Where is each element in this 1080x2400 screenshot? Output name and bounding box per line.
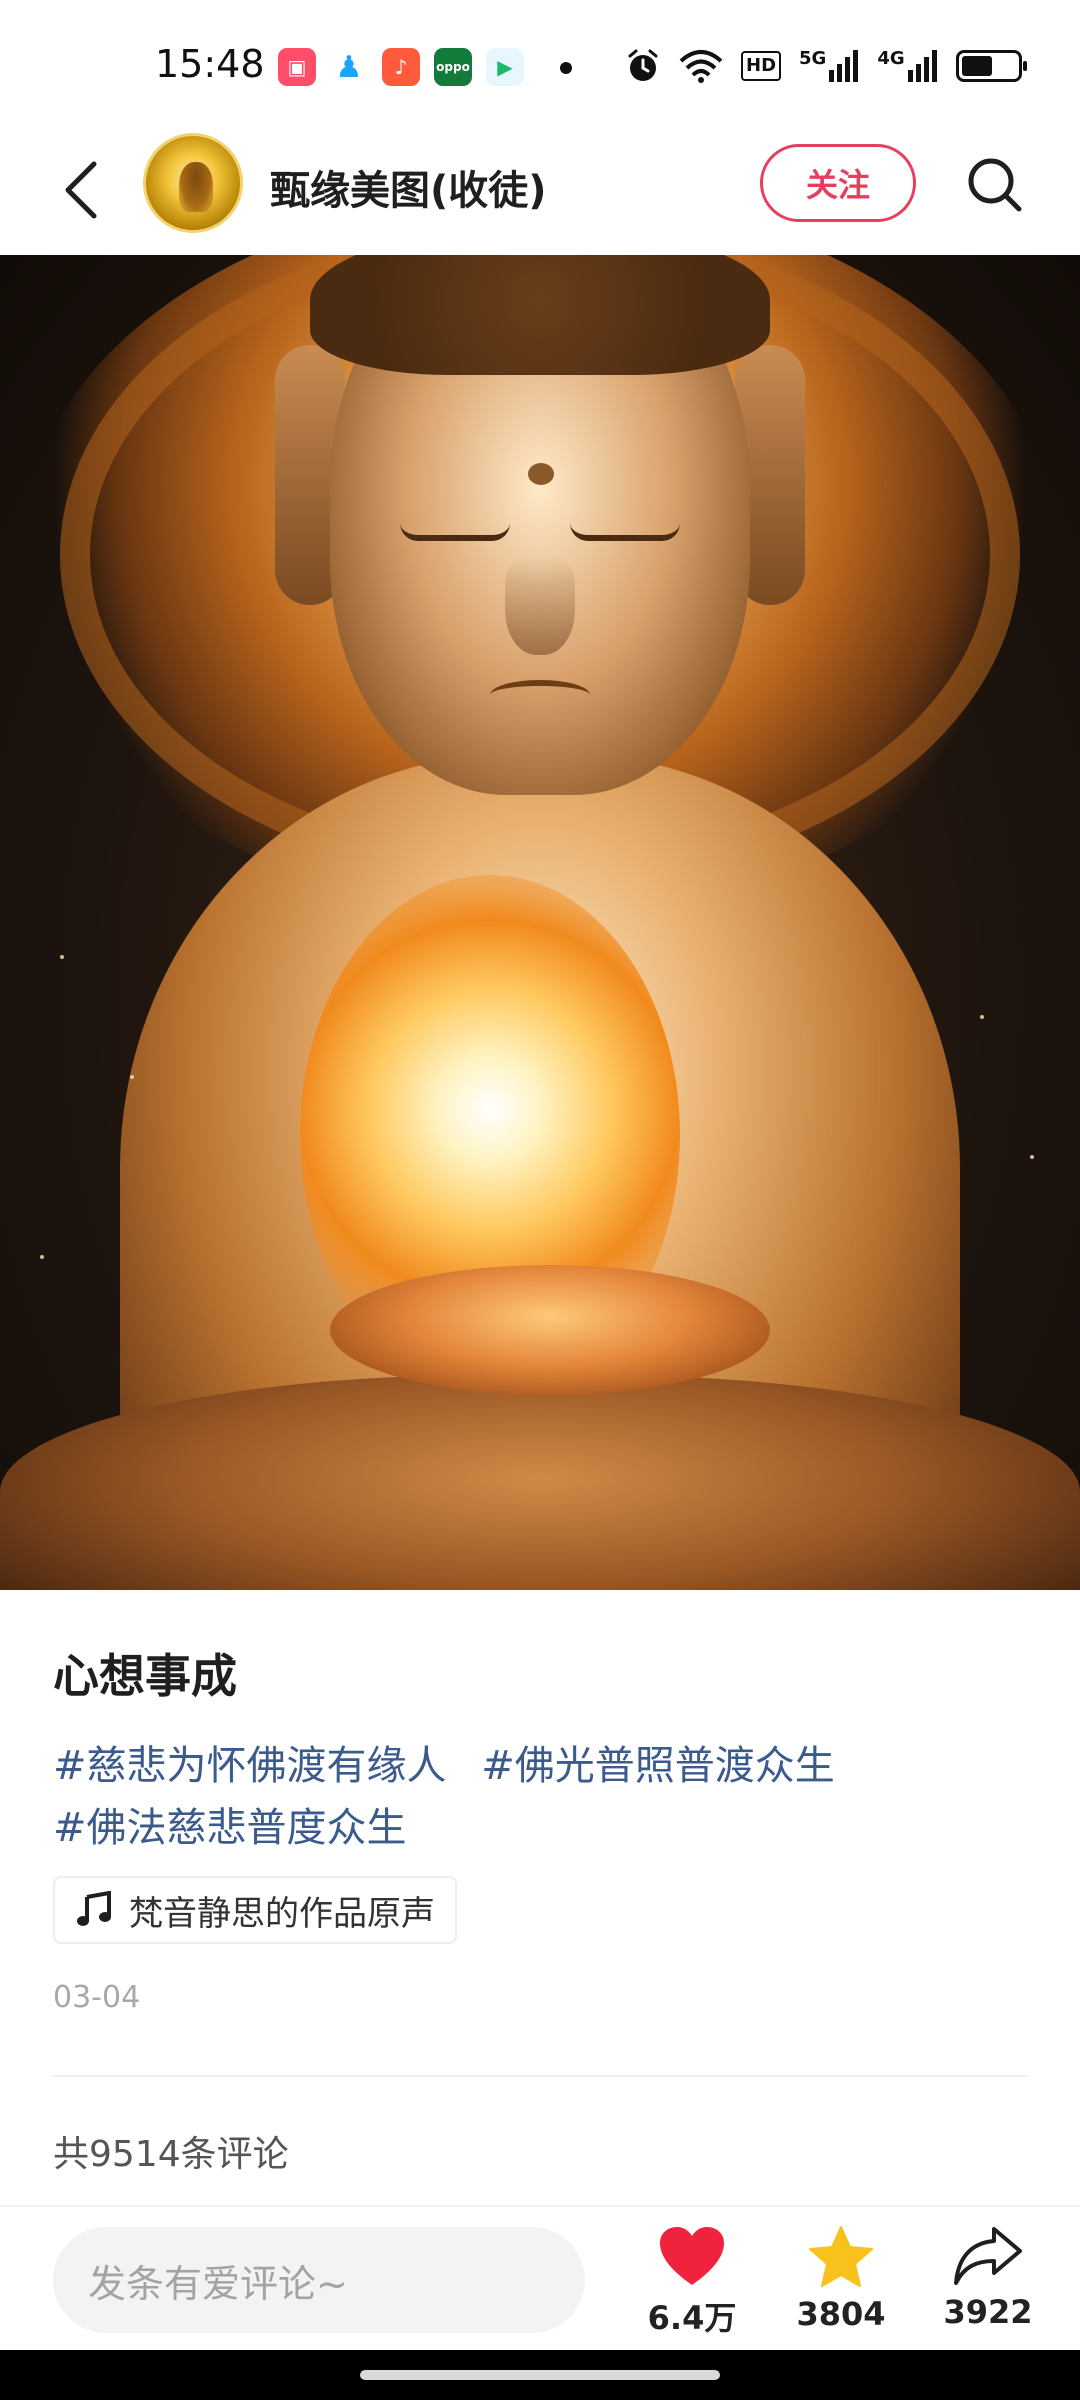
share-button[interactable]: 3922	[928, 2225, 1048, 2345]
music-note-icon	[77, 1891, 111, 1926]
share-icon	[954, 2227, 1022, 2285]
battery-icon	[955, 50, 1027, 82]
search-icon	[968, 158, 1022, 212]
buddha-nose	[505, 555, 575, 655]
signal-5g: 5G	[799, 50, 859, 82]
hashtag-link[interactable]: #佛法慈悲普度众生	[53, 1805, 407, 1851]
heart-icon	[660, 2227, 724, 2285]
post-date: 03-04	[53, 1980, 141, 2015]
notification-icons: ▣ ♟ ♪ oppo ▶	[278, 48, 524, 86]
qq-app-icon: ♟	[330, 48, 368, 86]
post-title: 心想事成	[53, 1649, 237, 1703]
wifi-icon	[679, 50, 723, 83]
divider	[53, 2075, 1027, 2077]
back-button[interactable]	[45, 150, 115, 230]
signal-icon	[907, 50, 937, 82]
signal-icon	[829, 50, 859, 82]
author-avatar[interactable]	[143, 133, 243, 233]
like-button[interactable]: 6.4万	[632, 2225, 752, 2345]
favorite-count: 3804	[796, 2295, 886, 2333]
oppo-app-icon: oppo	[434, 48, 472, 86]
star-icon	[809, 2226, 873, 2287]
comment-input[interactable]: 发条有爱评论~	[53, 2227, 585, 2333]
chevron-left-icon	[65, 161, 97, 219]
system-nav-bar	[0, 2350, 1080, 2400]
more-notifications-dot	[560, 62, 572, 74]
video-app-icon: ▶	[486, 48, 524, 86]
buddha-legs	[0, 1375, 1080, 1590]
music-title: 梵音静思的作品原声	[129, 1893, 435, 1934]
bottom-action-bar: 发条有爱评论~ 6.4万 3804 3922	[0, 2205, 1080, 2350]
hashtag-link[interactable]: #慈悲为怀佛渡有缘人	[53, 1743, 447, 1789]
favorite-button[interactable]: 3804	[781, 2225, 901, 2345]
post-image-carousel[interactable]	[0, 255, 1080, 1590]
xiaohongshu-app-icon: ▣	[278, 48, 316, 86]
share-count: 3922	[943, 2293, 1033, 2331]
status-bar: 15:48 ▣ ♟ ♪ oppo ▶ HD 5G 4G	[0, 0, 1080, 130]
status-time: 15:48	[155, 42, 265, 86]
search-button[interactable]	[960, 150, 1030, 220]
comments-count: 共9514条评论	[53, 2134, 289, 2175]
buddha-eye-left	[400, 523, 510, 541]
alarm-icon	[628, 49, 658, 81]
buddha-hair	[310, 255, 770, 375]
system-status: HD 5G 4G	[625, 48, 1027, 84]
home-gesture-handle[interactable]	[360, 2370, 720, 2380]
follow-button[interactable]: 关注	[760, 144, 916, 222]
signal-4g: 4G	[877, 50, 937, 82]
buddha-mouth	[490, 680, 590, 710]
buddha-hands	[330, 1265, 770, 1395]
like-count: 6.4万	[647, 2299, 737, 2337]
buddha-urna	[528, 463, 554, 485]
post-tags: #慈悲为怀佛渡有缘人 #佛光普照普渡众生 #佛法慈悲普度众生	[53, 1735, 1033, 1859]
music-chip[interactable]: 梵音静思的作品原声	[53, 1876, 457, 1944]
hd-label: HD	[741, 51, 782, 81]
music-app-icon: ♪	[382, 48, 420, 86]
buddha-eye-right	[570, 523, 680, 541]
network-5g-label: 5G	[799, 48, 827, 69]
author-name[interactable]: 甄缘美图(收徒)	[270, 158, 547, 216]
post-header: 甄缘美图(收徒) 关注	[0, 130, 1080, 255]
network-4g-label: 4G	[877, 48, 905, 69]
hashtag-link[interactable]: #佛光普照普渡众生	[481, 1743, 835, 1789]
